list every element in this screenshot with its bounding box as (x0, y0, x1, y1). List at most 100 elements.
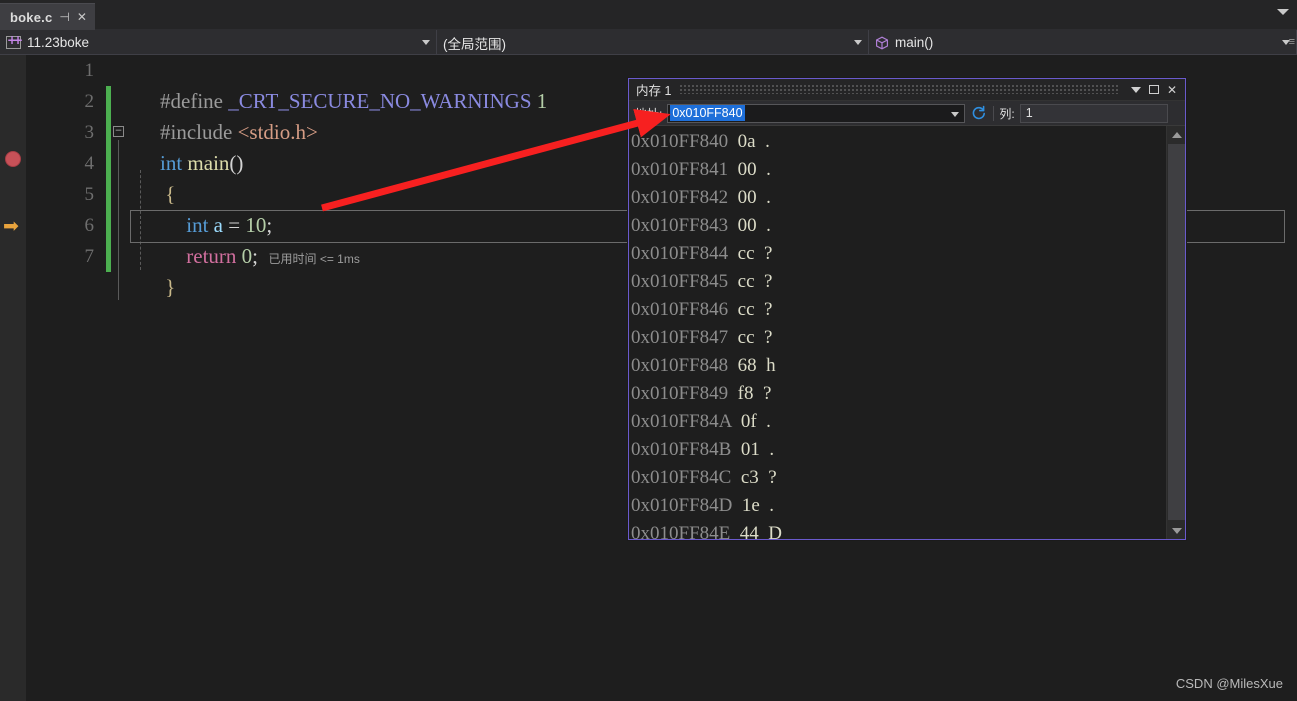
memory-hex-value: 1e (741, 495, 760, 516)
memory-row[interactable]: 0x010FF849 f8 ? (631, 380, 1165, 408)
columns-value: 1 (1025, 106, 1033, 120)
chevron-down-icon[interactable] (422, 40, 430, 45)
memory-ascii-value: ? (764, 327, 773, 348)
title-drag-dots[interactable] (679, 85, 1119, 94)
editor-tab-boke-c[interactable]: boke.c ⊣ ✕ (0, 3, 95, 30)
memory-row[interactable]: 0x010FF846 cc ? (631, 296, 1165, 324)
visual-studio-window: boke.c ⊣ ✕ 11.23boke (全局范围) main() (0, 0, 1297, 701)
memory-row[interactable]: 0x010FF848 68 h (631, 352, 1165, 380)
memory-ascii-value: h (766, 355, 776, 376)
memory-address: 0x010FF848 (631, 355, 729, 376)
navigation-bar: 11.23boke (全局范围) main() ≡ (0, 30, 1297, 55)
memory-hex-value: 01 (740, 439, 760, 460)
memory-ascii-value: ? (762, 383, 772, 404)
execution-pointer-icon: ➡ (3, 215, 19, 237)
breakpoint-icon[interactable] (5, 151, 21, 167)
scope-selector[interactable]: (全局范围) (437, 30, 869, 55)
navbar-grip: ≡ (1288, 36, 1295, 48)
memory-hex-value: 0f (740, 411, 757, 432)
token-close-brace: } (165, 275, 176, 299)
project-selector[interactable]: 11.23boke (0, 30, 437, 55)
scroll-up-icon[interactable] (1167, 126, 1185, 143)
memory-hex-value: 68 (737, 355, 757, 376)
memory-row[interactable]: 0x010FF84E 44 D (631, 520, 1165, 539)
memory-address: 0x010FF84B (631, 439, 732, 460)
memory-address: 0x010FF843 (631, 215, 729, 236)
glyph-margin[interactable]: ➡ (0, 55, 26, 701)
chevron-down-icon[interactable] (854, 40, 862, 45)
refresh-icon[interactable] (970, 104, 988, 122)
address-input[interactable]: 0x010FF840 (667, 103, 966, 123)
address-label: 地址: (635, 106, 663, 121)
memory-row[interactable]: 0x010FF844 cc ? (631, 240, 1165, 268)
memory-address: 0x010FF84E (631, 523, 731, 539)
memory-ascii-value: . (766, 159, 771, 180)
memory-ascii-value: . (769, 439, 775, 460)
memory-ascii-value: . (766, 411, 771, 432)
memory-address: 0x010FF840 (631, 131, 729, 152)
memory-row[interactable]: 0x010FF842 00 . (631, 184, 1165, 212)
memory-address: 0x010FF842 (631, 187, 729, 208)
memory-row[interactable]: 0x010FF843 00 . (631, 212, 1165, 240)
memory-hex-value: 44 (739, 523, 759, 539)
line-number: 1 (84, 60, 95, 81)
cube-icon (875, 36, 889, 50)
window-menu-chevron-down-icon[interactable] (1127, 81, 1145, 99)
memory-address: 0x010FF84D (631, 495, 733, 516)
memory-row[interactable]: 0x010FF84B 01 . (631, 436, 1165, 464)
memory-row-list: 0x010FF840 0a . 0x010FF841 00 . 0x010FF842… (629, 126, 1165, 539)
change-indicator-bar (106, 86, 111, 272)
memory-address: 0x010FF84C (631, 467, 732, 488)
memory-hex-value: c3 (740, 467, 759, 488)
memory-ascii-value: . (765, 131, 770, 152)
tab-title: boke.c (10, 9, 53, 25)
memory-hex-value: f8 (737, 383, 754, 404)
memory-row[interactable]: 0x010FF841 00 . (631, 156, 1165, 184)
memory-address: 0x010FF841 (631, 159, 729, 180)
scrollbar-thumb[interactable] (1168, 144, 1185, 520)
address-value: 0x010FF840 (670, 105, 745, 121)
close-icon[interactable]: ✕ (77, 11, 87, 23)
line-number: 5 (84, 184, 95, 205)
memory-hex-value: cc (737, 327, 755, 348)
columns-select[interactable]: 1 (1019, 103, 1168, 123)
memory-content-area[interactable]: 0x010FF840 0a . 0x010FF841 00 . 0x010FF842… (629, 126, 1185, 539)
memory-row[interactable]: 0x010FF84C c3 ? (631, 464, 1165, 492)
scroll-down-icon[interactable] (1167, 522, 1185, 539)
columns-label: 列: (999, 106, 1015, 121)
close-icon[interactable]: ✕ (1163, 81, 1181, 99)
tab-list-chevron-down-icon[interactable] (1277, 9, 1289, 15)
chevron-down-icon[interactable] (951, 111, 960, 117)
watermark: CSDN @MilesXue (1175, 676, 1283, 691)
memory-address: 0x010FF846 (631, 299, 729, 320)
project-name: 11.23boke (27, 35, 90, 50)
memory-row[interactable]: 0x010FF840 0a . (631, 128, 1165, 156)
memory-ascii-value: ? (764, 271, 773, 292)
memory-hex-value: 00 (737, 187, 757, 208)
memory-ascii-value: ? (764, 243, 773, 264)
memory-address: 0x010FF84A (631, 411, 732, 432)
memory-window-title-bar[interactable]: 内存 1 ✕ (629, 79, 1185, 101)
memory-address: 0x010FF847 (631, 327, 729, 348)
memory-ascii-value: . (766, 215, 771, 236)
pin-icon[interactable]: ⊣ (59, 11, 69, 23)
line-number: 6 (84, 215, 95, 236)
memory-row[interactable]: 0x010FF84A 0f . (631, 408, 1165, 436)
line-number: 4 (84, 153, 95, 174)
line-number: 7 (84, 246, 95, 267)
memory-hex-value: cc (737, 299, 755, 320)
memory-window[interactable]: 内存 1 ✕ 地址: 0x010FF840 列: 1 0x010FF840 0a… (628, 78, 1186, 540)
cpp-project-icon (6, 33, 23, 49)
line-number: 3 (84, 122, 95, 143)
memory-row[interactable]: 0x010FF84D 1e . (631, 492, 1165, 520)
memory-row[interactable]: 0x010FF845 cc ? (631, 268, 1165, 296)
editor-tab-strip: boke.c ⊣ ✕ (0, 0, 1297, 30)
memory-row[interactable]: 0x010FF847 cc ? (631, 324, 1165, 352)
scope-name: (全局范围) (443, 36, 506, 52)
toolbar-separator (993, 105, 995, 121)
memory-vertical-scrollbar[interactable] (1166, 126, 1185, 539)
function-name: main() (895, 35, 934, 50)
line-number: 2 (84, 91, 95, 112)
function-selector[interactable]: main() (869, 30, 1297, 55)
maximize-icon[interactable] (1145, 81, 1163, 99)
